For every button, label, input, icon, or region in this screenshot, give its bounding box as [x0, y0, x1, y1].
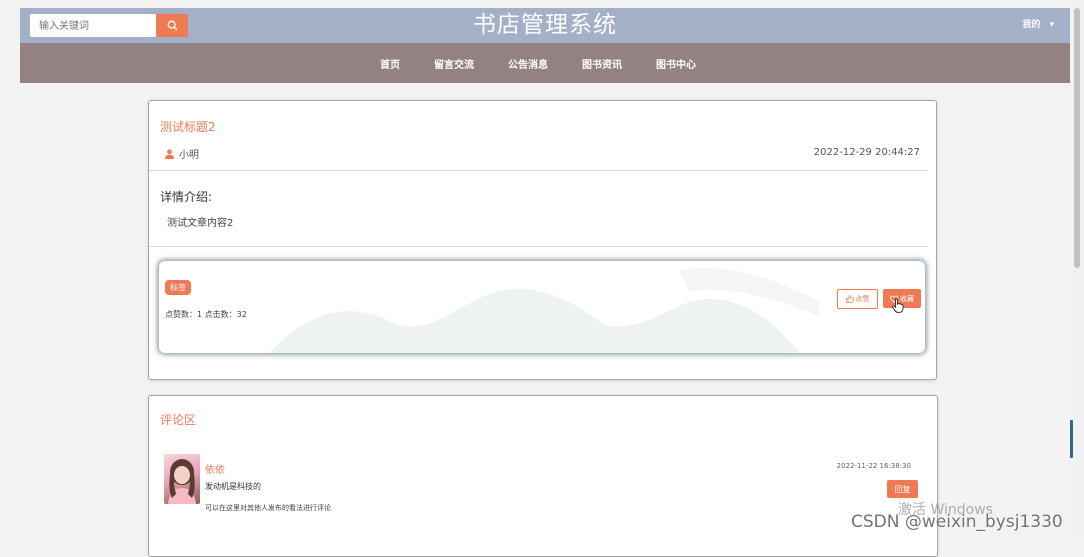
avatar [164, 454, 200, 504]
comment-date: 2022-11-22 16:38:30 [836, 462, 911, 470]
nav-items: 首页 留言交流 公告消息 图书资讯 图书中心 [380, 43, 730, 83]
background-watermark [269, 267, 819, 353]
interaction-panel: 标签 点赞数：1 点击数：32 点赞 收藏 [159, 261, 925, 353]
comments-title: 评论区 [160, 413, 197, 427]
header-bar: 书店管理系统 我的 ▾ [20, 8, 1070, 43]
thumbs-up-icon [845, 295, 854, 303]
scrollbar-thumb[interactable] [1074, 8, 1080, 268]
article-content: 测试文章内容2 [167, 218, 234, 229]
divider [149, 170, 928, 171]
author-name: 小明 [179, 150, 199, 161]
nav-item-announcements[interactable]: 公告消息 [508, 56, 548, 71]
commenter-name: 依依 [205, 465, 225, 476]
post-date: 2022-12-29 20:44:27 [813, 147, 920, 158]
main-nav: 首页 留言交流 公告消息 图书资讯 图书中心 [20, 43, 1070, 83]
nav-item-messages[interactable]: 留言交流 [434, 56, 474, 71]
user-menu-label: 我的 [1022, 20, 1041, 30]
article-title: 测试标题2 [160, 120, 216, 134]
nav-item-book-center[interactable]: 图书中心 [656, 56, 696, 71]
user-menu[interactable]: 我的 ▾ [1022, 8, 1054, 43]
divider [149, 246, 928, 247]
hand-cursor-icon [892, 298, 904, 313]
article-card: 测试标题2 小明 2022-12-29 20:44:27 详情介绍: 测试文章内… [148, 100, 937, 380]
user-icon [165, 148, 174, 159]
csdn-watermark: CSDN @weixin_bysj1330 [851, 512, 1063, 532]
reply-button[interactable]: 回复 [887, 480, 918, 498]
tag-badge[interactable]: 标签 [165, 280, 191, 295]
comment-text: 发动机是科技的 [205, 482, 261, 491]
nav-item-home[interactable]: 首页 [380, 56, 400, 71]
chevron-down-icon: ▾ [1049, 20, 1054, 30]
avatar-image [168, 459, 196, 504]
comments-card: 评论区 依依 发动机是科技的 可以在这里对其他人发布的看法进行评论 2022-1… [148, 395, 938, 557]
nav-item-book-news[interactable]: 图书资讯 [582, 56, 622, 71]
like-click-counts: 点赞数：1 点击数：32 [165, 310, 247, 319]
like-button-label: 点赞 [855, 295, 870, 303]
like-button[interactable]: 点赞 [837, 289, 878, 309]
comment-hint: 可以在这里对其他人发布的看法进行评论 [205, 504, 331, 512]
detail-heading: 详情介绍: [160, 190, 213, 204]
author-row: 小明 [165, 146, 199, 161]
side-marker [1070, 420, 1073, 458]
app-title: 书店管理系统 [473, 12, 617, 38]
